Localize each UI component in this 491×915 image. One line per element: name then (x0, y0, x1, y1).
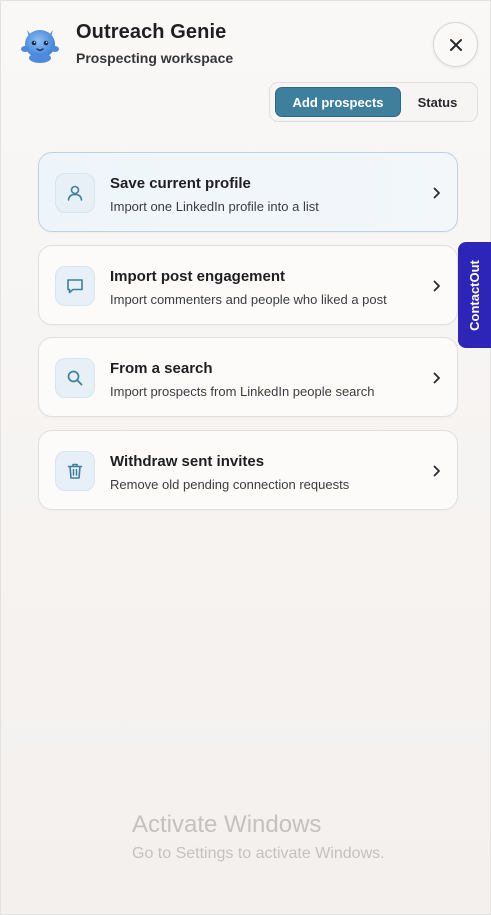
withdraw-sent-invites-card[interactable]: Withdraw sent invites Remove old pending… (38, 430, 458, 510)
app-subtitle: Prospecting workspace (76, 50, 234, 66)
trash-icon (55, 451, 95, 491)
close-button[interactable] (433, 22, 478, 67)
tab-add-prospects[interactable]: Add prospects (275, 87, 401, 117)
import-post-engagement-card[interactable]: Import post engagement Import commenters… (38, 245, 458, 325)
activate-windows-subtitle: Go to Settings to activate Windows. (132, 845, 385, 862)
tab-status[interactable]: Status (401, 87, 474, 117)
chevron-right-icon (431, 278, 443, 294)
app-title: Outreach Genie (76, 21, 227, 43)
activate-windows-title: Activate Windows (132, 811, 322, 838)
chevron-right-icon (431, 370, 443, 386)
genie-mascot-icon (18, 22, 62, 66)
card-description: Import commenters and people who liked a… (110, 292, 387, 307)
chevron-right-icon (431, 463, 443, 479)
search-icon (55, 358, 95, 398)
card-title: From a search (110, 360, 213, 377)
card-title: Withdraw sent invites (110, 453, 265, 470)
card-title: Save current profile (110, 175, 251, 192)
close-icon (449, 38, 462, 51)
card-title: Import post engagement (110, 268, 286, 285)
from-a-search-card[interactable]: From a search Import prospects from Link… (38, 337, 458, 417)
contactout-side-tab[interactable]: ContactOut (458, 242, 491, 348)
view-tabs: Add prospects Status (269, 82, 478, 122)
card-description: Import one LinkedIn profile into a list (110, 199, 319, 214)
contactout-label: ContactOut (467, 259, 482, 331)
save-current-profile-card[interactable]: Save current profile Import one LinkedIn… (38, 152, 458, 232)
user-icon (55, 173, 95, 213)
card-description: Import prospects from LinkedIn people se… (110, 384, 375, 399)
card-description: Remove old pending connection requests (110, 477, 350, 492)
chevron-right-icon (431, 185, 443, 201)
chat-bubble-icon (55, 266, 95, 306)
